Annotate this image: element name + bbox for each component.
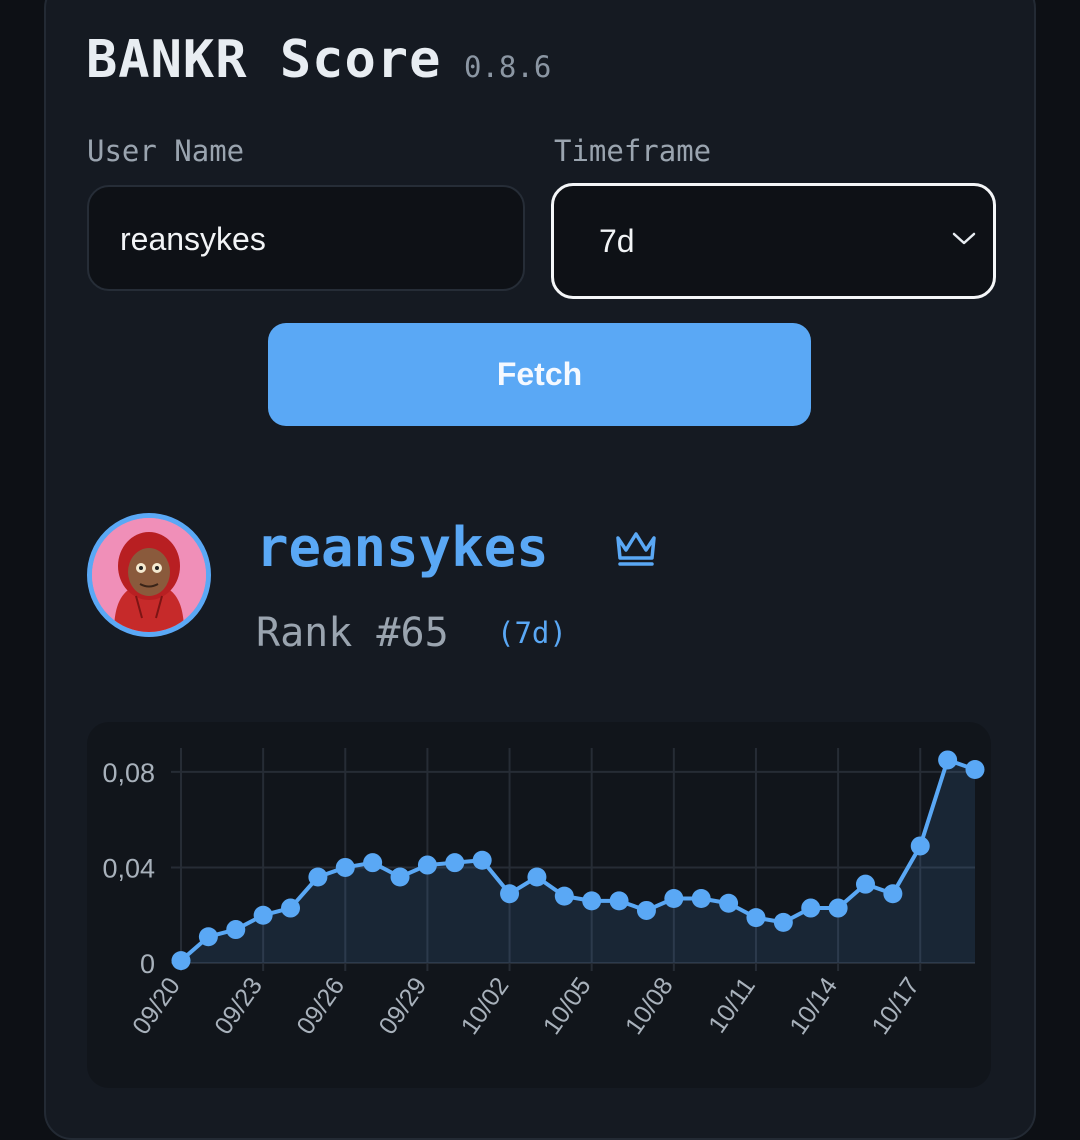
data-point — [691, 889, 711, 908]
username-input-value: reansykes — [120, 221, 266, 257]
x-tick-label: 10/02 — [456, 972, 515, 1039]
score-chart-svg: 0 0,04 0,08 09/20 09/23 09/26 09/29 10/02 10/05 1… — [102, 748, 985, 1040]
data-point — [773, 912, 793, 932]
data-point — [500, 884, 520, 904]
data-point — [938, 750, 958, 770]
data-point — [554, 886, 574, 906]
data-point — [417, 855, 437, 875]
profile-rank: Rank #65 — [256, 610, 449, 656]
data-point — [636, 900, 656, 920]
data-point — [965, 760, 985, 779]
x-tick-label: 10/14 — [784, 972, 843, 1039]
x-tick-label: 10/11 — [703, 972, 761, 1038]
timeframe-label: Timeframe — [554, 134, 712, 168]
app-title: BANKR Score — [86, 30, 442, 90]
data-point — [363, 853, 383, 873]
x-tick-label: 10/05 — [538, 972, 597, 1039]
avatar-illustration — [92, 518, 206, 632]
data-point — [335, 857, 355, 877]
data-point — [719, 893, 739, 913]
avatar — [87, 513, 211, 637]
series-area — [181, 759, 975, 963]
data-point — [582, 891, 602, 911]
timeframe-select-value: 7d — [599, 223, 635, 259]
x-tick-label: 09/20 — [127, 972, 186, 1039]
data-point — [171, 951, 191, 971]
x-tick-label: 09/26 — [291, 972, 350, 1039]
x-tick-label: 09/29 — [374, 972, 433, 1039]
x-tick-label: 09/23 — [209, 972, 268, 1039]
data-point — [883, 884, 903, 904]
y-tick-label: 0,04 — [102, 853, 155, 883]
data-point — [472, 850, 492, 870]
data-point — [281, 898, 301, 918]
data-point — [801, 898, 821, 918]
profile-timeframe: (7d) — [497, 616, 567, 650]
data-point — [527, 867, 547, 887]
timeframe-select[interactable]: 7d — [551, 183, 996, 299]
data-point — [198, 927, 218, 947]
data-point — [746, 908, 766, 928]
data-point — [609, 891, 629, 911]
data-point — [445, 853, 465, 873]
x-tick-label: 10/08 — [620, 972, 679, 1039]
username-label: User Name — [87, 134, 245, 168]
x-tick-label: 10/17 — [866, 972, 925, 1039]
data-point — [664, 889, 684, 908]
data-point — [308, 867, 328, 887]
data-point — [226, 920, 246, 940]
app-version: 0.8.6 — [464, 50, 552, 84]
profile-username: reansykes — [256, 516, 549, 579]
crown-icon — [616, 532, 656, 566]
data-point — [828, 898, 848, 918]
y-tick-label: 0,08 — [102, 758, 155, 788]
score-chart: 0 0,04 0,08 09/20 09/23 09/26 09/29 10/02 10/05 1… — [87, 722, 991, 1088]
username-input[interactable]: reansykes — [87, 185, 525, 291]
fetch-button[interactable]: Fetch — [268, 323, 811, 426]
data-point — [253, 905, 273, 925]
y-tick-label: 0 — [140, 949, 155, 979]
data-point — [855, 874, 875, 894]
chevron-down-icon — [952, 232, 976, 245]
data-point — [390, 867, 410, 887]
data-point — [910, 836, 930, 856]
